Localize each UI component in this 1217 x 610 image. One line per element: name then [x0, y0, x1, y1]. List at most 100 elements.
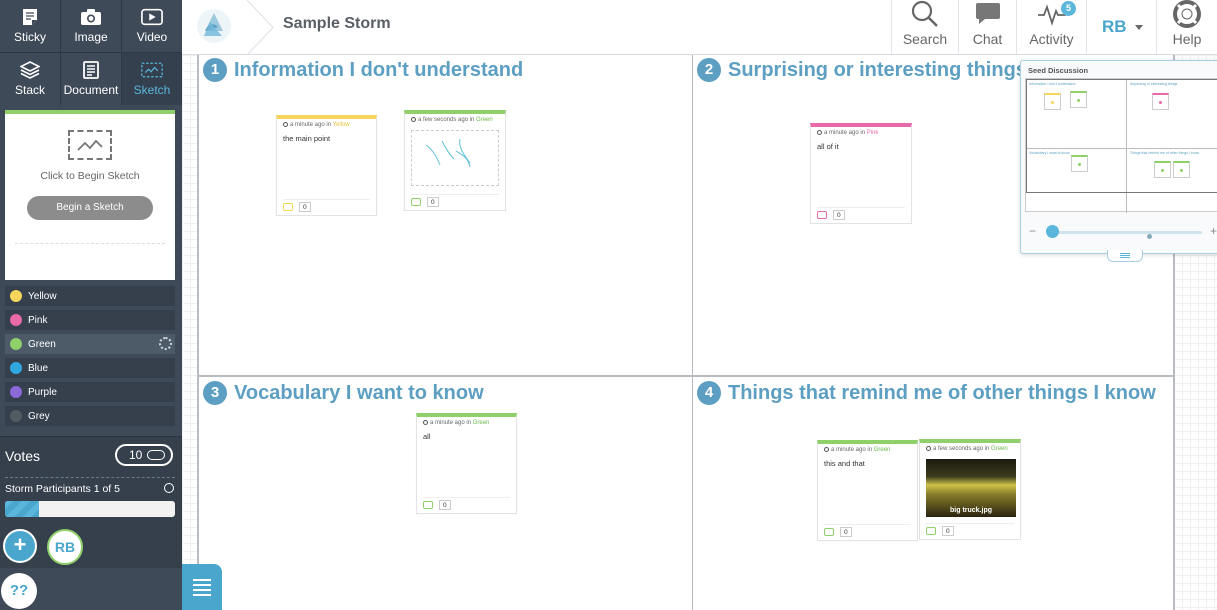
color-yellow-label: Yellow: [28, 290, 57, 302]
breadcrumb-chevron-icon: [246, 0, 274, 55]
color-list: Yellow Pink Green Blue Purple Grey: [0, 286, 182, 426]
comment-icon[interactable]: [824, 527, 834, 536]
minimap[interactable]: Seed Discussion Information I don't unde…: [1020, 60, 1217, 254]
color-purple[interactable]: Purple: [5, 382, 175, 402]
card-footer: 0: [817, 207, 905, 220]
sticky-card[interactable]: a minute ago in Green this and that 0: [817, 440, 918, 541]
list-icon-line: [193, 578, 211, 581]
comment-icon[interactable]: [926, 526, 936, 535]
list-view-tab[interactable]: [182, 564, 222, 610]
tool-sticky[interactable]: Sticky: [0, 0, 60, 52]
comment-icon[interactable]: [283, 202, 293, 211]
tool-grid: Sticky Image Video Stack Document Sketch: [0, 0, 182, 105]
comment-count: 0: [942, 525, 954, 536]
color-blue[interactable]: Blue: [5, 358, 175, 378]
chevron-down-icon: [1134, 24, 1143, 30]
add-participant-button[interactable]: +: [3, 529, 37, 563]
minimap-handle[interactable]: [1107, 250, 1143, 262]
nav-activity-label: Activity: [1029, 31, 1074, 47]
quadrant-1-title[interactable]: 1 Information I don't understand: [203, 58, 523, 82]
tool-stack-label: Stack: [14, 83, 45, 97]
clock-icon: [423, 420, 428, 425]
quadrant-3-title[interactable]: 3 Vocabulary I want to know: [203, 381, 484, 405]
sketch-card[interactable]: a few seconds ago in Green 0: [404, 110, 506, 211]
tool-image[interactable]: Image: [61, 0, 121, 52]
quadrant-4-title[interactable]: 4 Things that remind me of other things …: [697, 381, 1156, 405]
zoom-in-icon[interactable]: +: [1210, 224, 1217, 238]
card-meta: a few seconds ago in Green: [405, 114, 505, 123]
help-shortcut-button[interactable]: ??: [1, 573, 37, 609]
nav-chat[interactable]: Chat: [958, 0, 1016, 54]
tool-stack[interactable]: Stack: [0, 53, 60, 105]
image-card[interactable]: a few seconds ago in Green big truck.jpg…: [919, 439, 1021, 540]
quadrant-title-text: Information I don't understand: [234, 58, 524, 81]
list-icon-line: [193, 583, 211, 586]
clock-icon: [926, 446, 931, 451]
image-caption: big truck.jpg: [950, 507, 992, 514]
begin-sketch-button[interactable]: Begin a Sketch: [27, 196, 153, 220]
tool-video[interactable]: Video: [122, 0, 182, 52]
card-text: all: [423, 432, 431, 441]
color-purple-label: Purple: [28, 386, 57, 398]
nav-search-label: Search: [902, 31, 948, 47]
votes-toggle[interactable]: 10: [115, 444, 173, 466]
sticky-card[interactable]: a minute ago in Green all 0: [416, 413, 517, 514]
color-yellow[interactable]: Yellow: [5, 286, 175, 306]
nav-help[interactable]: Help: [1156, 0, 1217, 54]
card-text: the main point: [283, 134, 331, 143]
quadrant-divider-vertical: [692, 55, 693, 610]
zoom-track[interactable]: [1047, 231, 1202, 239]
sketch-hint: Click to Begin Sketch: [40, 170, 140, 182]
zoom-midpoint: [1147, 234, 1152, 239]
color-green-label: Green: [28, 338, 56, 350]
tool-image-label: Image: [74, 30, 108, 44]
comment-count: 0: [427, 196, 439, 207]
sketch-placeholder-icon: [68, 130, 112, 160]
nav-activity[interactable]: Activity 5: [1016, 0, 1086, 54]
comment-count: 0: [833, 209, 845, 220]
yellow-swatch: [10, 290, 22, 302]
card-footer: 0: [411, 194, 499, 207]
sticky-card[interactable]: a minute ago in Yellow the main point 0: [276, 115, 377, 216]
quadrant-divider-horizontal: [199, 375, 1173, 377]
tool-sketch[interactable]: Sketch: [122, 53, 182, 105]
tool-sketch-label: Sketch: [133, 83, 171, 97]
sticky-card[interactable]: a minute ago in Pink all of it 0: [810, 123, 912, 224]
color-pink[interactable]: Pink: [5, 310, 175, 330]
comment-icon[interactable]: [817, 210, 827, 219]
avatar[interactable]: RB: [47, 529, 83, 565]
minimap-viewport[interactable]: [1026, 79, 1217, 193]
nav-chat-label: Chat: [972, 31, 1003, 47]
quadrant-title-text: Surprising or interesting things: [728, 58, 1027, 81]
pink-swatch: [10, 314, 22, 326]
camera-icon: [80, 8, 102, 26]
card-image: big truck.jpg: [926, 459, 1016, 517]
card-meta: a few seconds ago in Green: [920, 443, 1020, 452]
zoom-slider[interactable]: − +: [1029, 224, 1217, 239]
quadrant-title-text: Things that remind me of other things I …: [728, 381, 1156, 404]
handle-line: [1120, 257, 1130, 258]
color-grey[interactable]: Grey: [5, 406, 175, 426]
color-green[interactable]: Green: [5, 334, 175, 354]
nav-search[interactable]: Search: [891, 0, 958, 54]
minimap-canvas[interactable]: Information I don't understand Surprisin…: [1025, 78, 1217, 213]
purple-swatch: [10, 386, 22, 398]
quadrant-2-title[interactable]: 2 Surprising or interesting things: [697, 58, 1027, 82]
card-text: this and that: [824, 459, 865, 468]
comment-icon[interactable]: [411, 197, 421, 206]
tool-document[interactable]: Document: [61, 53, 121, 105]
comment-icon[interactable]: [423, 500, 433, 509]
participants-settings-icon[interactable]: [164, 483, 174, 493]
sketch-panel[interactable]: Click to Begin Sketch Begin a Sketch: [5, 110, 175, 280]
zoom-knob[interactable]: [1046, 225, 1059, 238]
page-title: Sample Storm: [283, 15, 391, 32]
comment-count: 0: [840, 526, 852, 537]
participants-progress: [5, 501, 175, 517]
clock-icon: [411, 117, 416, 122]
app-logo-icon[interactable]: [196, 8, 232, 44]
quadrant-title-text: Vocabulary I want to know: [234, 381, 484, 404]
zoom-out-icon[interactable]: −: [1029, 224, 1036, 238]
gear-icon[interactable]: [159, 337, 172, 350]
grey-swatch: [10, 410, 22, 422]
user-menu[interactable]: RB: [1086, 0, 1156, 54]
